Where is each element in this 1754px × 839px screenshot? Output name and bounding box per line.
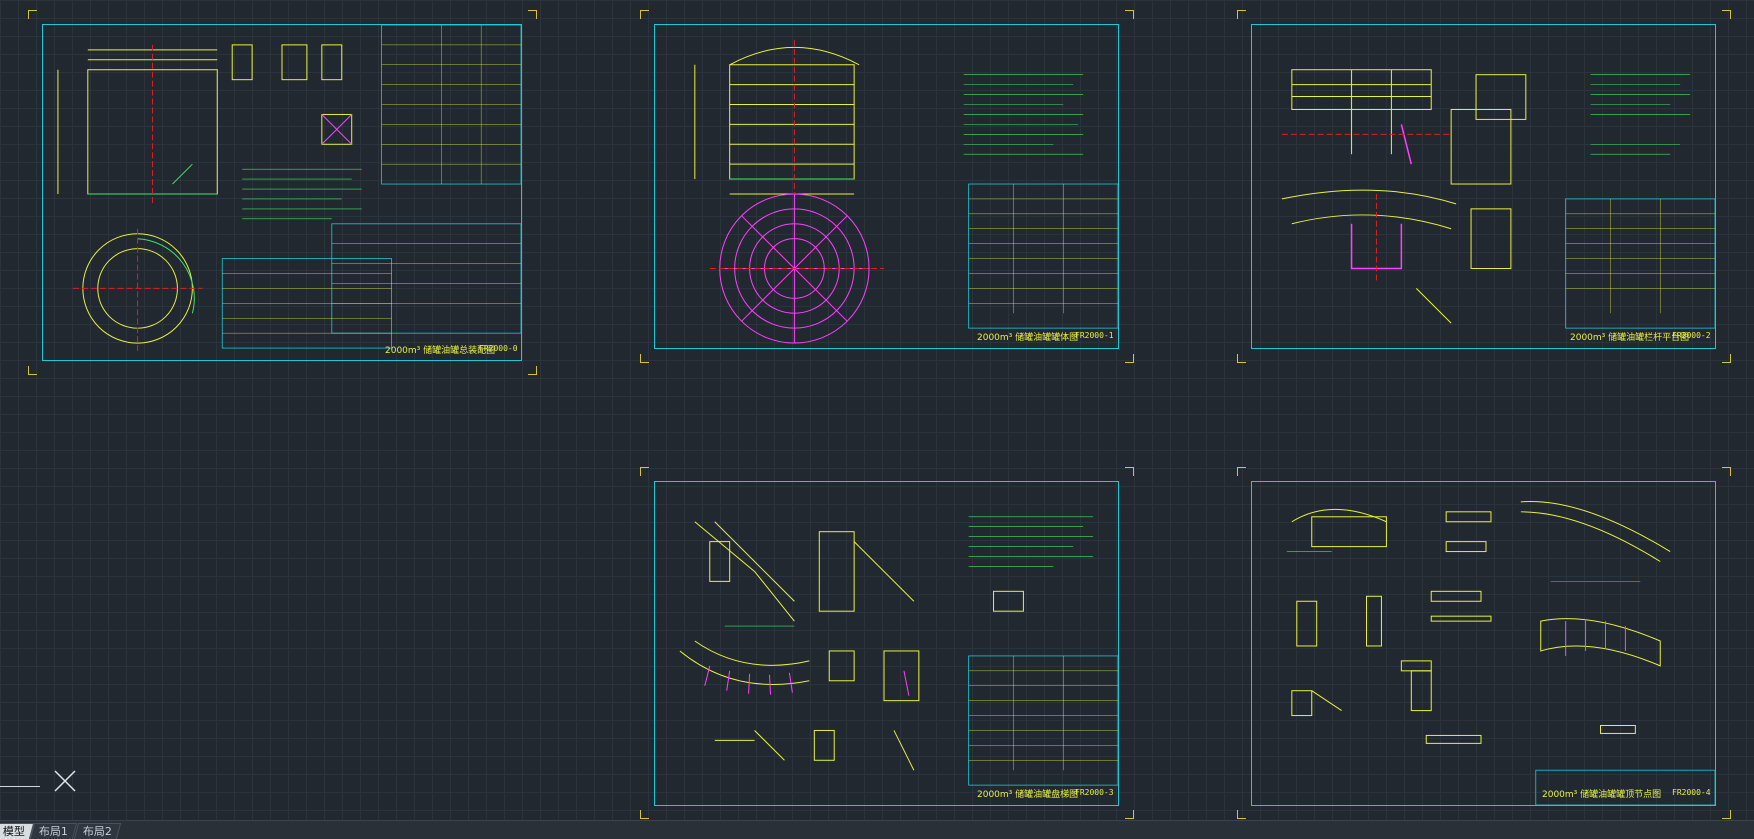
sheet-corner-mark: [528, 10, 537, 19]
ucs-axis-line: [0, 786, 40, 787]
sheet-5-graphics: [1286, 500, 1715, 805]
sheet-corner-mark: [1722, 10, 1731, 19]
model-space-canvas[interactable]: 2000m³ 储罐油罐总装配图 FR2000-0 2000m³ 储罐油罐罐体图 …: [0, 0, 1754, 820]
sheet-corner-mark: [1125, 467, 1134, 476]
sheet-corner-mark: [28, 10, 37, 19]
layout-tab-bar: 模型 布局1 布局2: [0, 820, 1754, 839]
tab-model-label: 模型: [2, 825, 25, 838]
sheet-corner-mark: [1722, 354, 1731, 363]
sheet-3-graphics: [1281, 69, 1715, 329]
sheet-corner-mark: [1237, 810, 1246, 819]
sheet-corner-mark: [1237, 354, 1246, 363]
tab-layout1-label: 布局1: [38, 825, 68, 838]
drawing-sheet-1[interactable]: 2000m³ 储罐油罐总装配图 FR2000-0: [42, 24, 522, 361]
sheet-corner-mark: [28, 366, 37, 375]
drawing-sheet-4[interactable]: 2000m³ 储罐油罐盘梯图 FR2000-3: [654, 481, 1119, 806]
sheet-2-graphics: [694, 39, 1118, 344]
drawing-sheet-5[interactable]: 2000m³ 储罐油罐罐顶节点图 FR2000-4: [1251, 481, 1716, 806]
close-icon[interactable]: [52, 768, 78, 794]
sheet-corner-mark: [640, 354, 649, 363]
sheet-1-code: FR2000-0: [479, 344, 518, 353]
sheet-4-code: FR2000-3: [1075, 788, 1114, 797]
tab-layout2-label: 布局2: [82, 825, 112, 838]
sheet-corner-mark: [1125, 354, 1134, 363]
sheet-corner-mark: [1125, 10, 1134, 19]
sheet-corner-mark: [640, 810, 649, 819]
sheet-5-title: 2000m³ 储罐油罐罐顶节点图: [1542, 790, 1662, 800]
tab-model[interactable]: 模型: [0, 823, 35, 839]
sheet-1-graphics: [57, 25, 521, 354]
sheet-corner-mark: [640, 467, 649, 476]
sheet-2-code: FR2000-1: [1075, 331, 1114, 340]
drawing-sheet-2[interactable]: 2000m³ 储罐油罐罐体图 FR2000-1: [654, 24, 1119, 349]
sheet-corner-mark: [1125, 810, 1134, 819]
sheet-corner-mark: [640, 10, 649, 19]
drawing-sheet-3[interactable]: 2000m³ 储罐油罐栏杆平台图 FR2000-2: [1251, 24, 1716, 349]
sheet-5-code: FR2000-4: [1672, 788, 1711, 797]
sheet-corner-mark: [1722, 467, 1731, 476]
sheet-4-graphics: [679, 516, 1118, 786]
sheet-2-title: 2000m³ 储罐油罐罐体图: [977, 333, 1079, 343]
tab-layout1[interactable]: 布局1: [29, 823, 78, 839]
sheet-corner-mark: [1237, 467, 1246, 476]
sheet-corner-mark: [1237, 10, 1246, 19]
tab-layout2[interactable]: 布局2: [73, 823, 122, 839]
sheet-4-title: 2000m³ 储罐油罐盘梯图: [977, 790, 1079, 800]
sheet-corner-mark: [1722, 810, 1731, 819]
sheet-corner-mark: [528, 366, 537, 375]
sheet-3-code: FR2000-2: [1672, 331, 1711, 340]
